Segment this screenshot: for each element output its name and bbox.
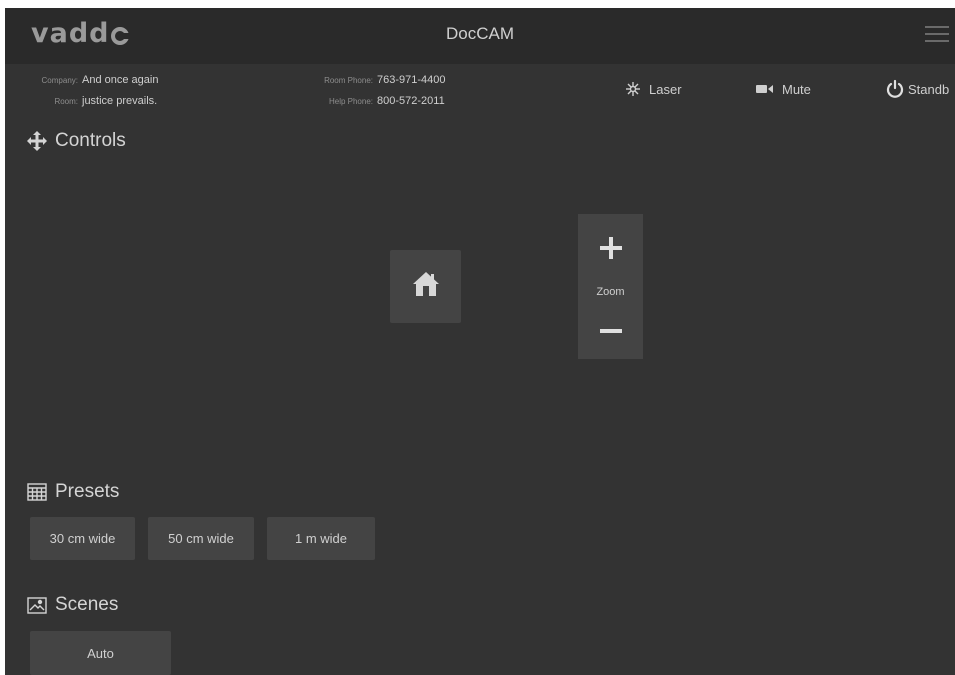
preset-label: 30 cm wide	[49, 531, 116, 546]
laser-label: Laser	[649, 81, 682, 97]
video-camera-icon	[756, 83, 774, 95]
room-info: Company: And once again Room: justice prev…	[5, 70, 159, 112]
zoom-out-button[interactable]	[578, 310, 643, 350]
scenes-heading: Scenes	[27, 594, 118, 616]
company-label: Company:	[41, 76, 78, 85]
presets-title: Presets	[55, 481, 120, 502]
scene-label: Auto	[87, 645, 114, 661]
power-icon	[885, 79, 905, 99]
help-phone-value: 800-572-2011	[377, 95, 445, 107]
room-phone-label: Room Phone:	[324, 76, 373, 85]
zoom-control: Zoom	[578, 214, 643, 359]
laser-button[interactable]: Laser	[625, 79, 682, 99]
scenes-title: Scenes	[55, 594, 119, 615]
standby-label: Standb	[908, 81, 950, 97]
phone-info: Room Phone: 763-971-4400 Help Phone: 800-5…	[275, 70, 446, 112]
top-bar: vadd DocCAM	[5, 8, 955, 64]
help-phone-label: Help Phone:	[328, 97, 373, 106]
laser-icon	[625, 81, 641, 97]
scene-button-auto[interactable]: Auto	[30, 631, 171, 675]
room-label: Room:	[54, 97, 78, 106]
zoom-label: Zoom	[596, 286, 625, 298]
standby-button[interactable]: Standb	[885, 79, 949, 99]
app-frame: vadd DocCAM Company: And once again Room:…	[5, 8, 955, 675]
preset-label: 1 m wide	[294, 531, 348, 546]
home-button[interactable]	[390, 250, 461, 323]
minus-icon	[599, 321, 622, 339]
home-icon	[412, 271, 440, 302]
hamburger-menu-icon[interactable]	[925, 26, 949, 44]
preset-button-30cm[interactable]: 30 cm wide	[30, 517, 135, 560]
controls-title: Controls	[55, 130, 126, 151]
company-value: And once again	[82, 74, 159, 86]
preset-button-50cm[interactable]: 50 cm wide	[148, 517, 254, 560]
controls-heading: Controls	[27, 130, 126, 152]
page-title: DocCAM	[445, 24, 514, 43]
picture-icon	[27, 596, 47, 614]
room-value: justice prevails.	[82, 95, 158, 107]
zoom-in-button[interactable]	[578, 230, 643, 270]
preset-button-1m[interactable]: 1 m wide	[267, 517, 375, 560]
grid-icon	[27, 483, 47, 501]
mute-button[interactable]: Mute	[756, 79, 811, 99]
move-arrows-icon	[27, 131, 47, 151]
plus-icon	[599, 236, 622, 264]
preset-label: 50 cm wide	[168, 531, 234, 546]
mute-label: Mute	[782, 81, 811, 97]
room-phone-value: 763-971-4400	[377, 74, 446, 86]
presets-heading: Presets	[27, 481, 119, 503]
